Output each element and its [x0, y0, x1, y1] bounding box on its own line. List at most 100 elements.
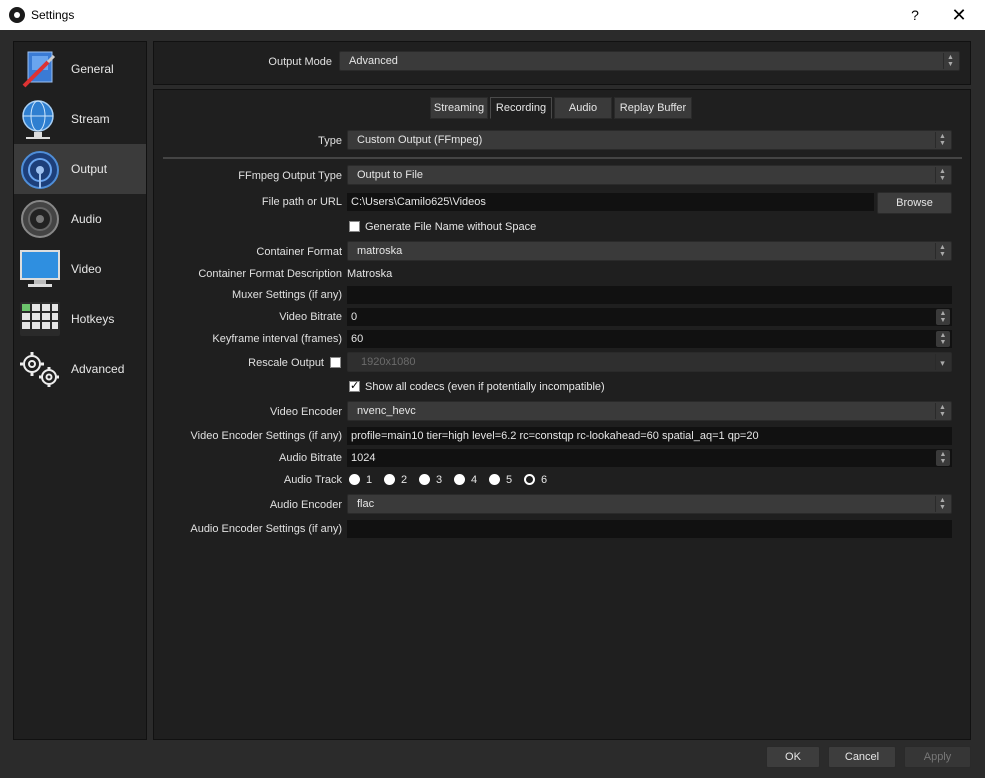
- sidebar-item-hotkeys[interactable]: Hotkeys: [14, 294, 146, 344]
- audio-track-radio-1[interactable]: [349, 474, 360, 485]
- chevron-updown-icon: ▲ ▼: [935, 496, 949, 512]
- video-encoder-settings-label: Video Encoder Settings (if any): [190, 430, 342, 442]
- video-bitrate-value: 0: [351, 311, 358, 323]
- output-mode-value: Advanced: [349, 55, 398, 67]
- audio-track-radio-5[interactable]: [489, 474, 500, 485]
- container-format-select[interactable]: matroska ▲ ▼: [347, 241, 952, 261]
- help-button[interactable]: ?: [905, 4, 925, 26]
- browse-button[interactable]: Browse: [877, 192, 952, 214]
- video-encoder-select[interactable]: nvenc_hevc ▲ ▼: [347, 401, 952, 421]
- keyframe-interval-label: Keyframe interval (frames): [212, 333, 342, 345]
- ffmpeg-output-type-value: Output to File: [357, 169, 424, 181]
- tab-audio[interactable]: Audio: [554, 97, 612, 119]
- ffmpeg-output-type-select[interactable]: Output to File ▲ ▼: [347, 165, 952, 185]
- keyframe-interval-spinbox[interactable]: 60 ▲ ▼: [347, 330, 952, 348]
- audio-track-radio-3[interactable]: [419, 474, 430, 485]
- chevron-updown-icon: ▲ ▼: [935, 403, 949, 419]
- audio-track-option-label: 6: [541, 474, 548, 486]
- type-select[interactable]: Custom Output (FFmpeg) ▲ ▼: [347, 130, 952, 150]
- rescale-resolution-value: 1920x1080: [361, 356, 416, 368]
- file-path-input[interactable]: C:\Users\Camilo625\Videos: [347, 193, 874, 211]
- audio-track-option-label: 4: [471, 474, 478, 486]
- ffmpeg-output-type-label: FFmpeg Output Type: [238, 170, 342, 182]
- keyframe-interval-value: 60: [351, 333, 364, 345]
- audio-track-radio-4[interactable]: [454, 474, 465, 485]
- spin-arrows-icon[interactable]: ▲ ▼: [936, 450, 950, 466]
- ok-button[interactable]: OK: [766, 746, 820, 768]
- audio-encoder-label: Audio Encoder: [269, 499, 342, 511]
- chevron-updown-icon: ▲ ▼: [943, 53, 957, 69]
- audio-track-radio-2[interactable]: [384, 474, 395, 485]
- muxer-settings-input[interactable]: [347, 286, 952, 304]
- video-bitrate-spinbox[interactable]: 0 ▲ ▼: [347, 308, 952, 326]
- cancel-button[interactable]: Cancel: [828, 746, 896, 768]
- globe-icon: [22, 100, 54, 139]
- type-label: Type: [318, 135, 342, 147]
- video-bitrate-label: Video Bitrate: [279, 311, 342, 323]
- close-button[interactable]: ✕: [947, 4, 971, 26]
- obs-logo-icon: [9, 7, 25, 23]
- tab-recording[interactable]: Recording: [490, 97, 552, 119]
- audio-track-option-label: 3: [436, 474, 443, 486]
- output-mode-select[interactable]: Advanced ▲ ▼: [339, 51, 960, 71]
- tab-replay-buffer[interactable]: Replay Buffer: [614, 97, 692, 119]
- chevron-updown-icon: ▲ ▼: [935, 167, 949, 183]
- output-mode-label: Output Mode: [268, 56, 332, 68]
- window-title: Settings: [31, 8, 75, 22]
- audio-track-option-label: 1: [366, 474, 373, 486]
- title-bar: Settings ? ✕: [0, 0, 985, 30]
- sidebar-item-label: Audio: [71, 212, 102, 226]
- show-all-codecs-label: Show all codecs (even if potentially inc…: [365, 381, 605, 393]
- apply-button[interactable]: Apply: [904, 746, 971, 768]
- container-format-value: matroska: [357, 245, 403, 257]
- sidebar-item-output[interactable]: Output: [14, 144, 146, 194]
- video-encoder-value: nvenc_hevc: [357, 405, 416, 417]
- audio-bitrate-value: 1024: [351, 452, 376, 464]
- general-icon: [22, 51, 56, 88]
- audio-bitrate-label: Audio Bitrate: [279, 452, 342, 464]
- generate-filename-label: Generate File Name without Space: [365, 221, 537, 233]
- chevron-updown-icon: ▲ ▼: [935, 132, 949, 148]
- tab-streaming[interactable]: Streaming: [430, 97, 488, 119]
- audio-encoder-settings-label: Audio Encoder Settings (if any): [190, 523, 342, 535]
- sidebar-item-stream[interactable]: Stream: [14, 94, 146, 144]
- chevron-down-icon: ▾: [935, 354, 949, 370]
- sidebar-item-general[interactable]: General: [14, 44, 146, 94]
- sidebar-item-label: Advanced: [71, 362, 125, 376]
- speaker-icon: [21, 200, 59, 238]
- spin-arrows-icon[interactable]: ▲ ▼: [936, 309, 950, 325]
- rescale-output-checkbox[interactable]: [330, 357, 341, 368]
- monitor-icon: [20, 250, 60, 287]
- audio-track-radio-6[interactable]: [524, 474, 535, 485]
- spin-arrows-icon[interactable]: ▲ ▼: [936, 331, 950, 347]
- show-all-codecs-checkbox[interactable]: [349, 379, 360, 392]
- sidebar-item-video[interactable]: Video: [14, 244, 146, 294]
- muxer-settings-label: Muxer Settings (if any): [231, 289, 342, 301]
- divider: [163, 157, 962, 159]
- container-format-label: Container Format: [256, 246, 342, 258]
- audio-encoder-select[interactable]: flac ▲ ▼: [347, 494, 952, 514]
- sidebar-item-label: Video: [71, 262, 102, 276]
- file-path-label: File path or URL: [261, 196, 342, 208]
- broadcast-icon: [21, 151, 59, 189]
- sidebar-item-label: General: [71, 62, 114, 76]
- audio-encoder-settings-input[interactable]: [347, 520, 952, 538]
- settings-sidebar: General Stream Output Audio Video Hotkey…: [13, 41, 147, 740]
- container-format-desc-label: Container Format Description: [198, 268, 342, 280]
- rescale-resolution-select[interactable]: 1920x1080 ▾: [347, 352, 952, 372]
- video-encoder-label: Video Encoder: [270, 406, 342, 418]
- sidebar-item-label: Hotkeys: [71, 312, 115, 326]
- audio-track-label: Audio Track: [283, 474, 342, 486]
- sidebar-item-label: Stream: [71, 112, 110, 126]
- gears-icon: [20, 352, 59, 387]
- keyboard-icon: [20, 302, 60, 336]
- sidebar-item-advanced[interactable]: Advanced: [14, 344, 146, 394]
- generate-filename-checkbox[interactable]: [349, 221, 360, 232]
- video-encoder-settings-input[interactable]: profile=main10 tier=high level=6.2 rc=co…: [347, 427, 952, 445]
- audio-track-option-label: 5: [506, 474, 513, 486]
- rescale-output-label: Rescale Output: [248, 357, 324, 369]
- chevron-updown-icon: ▲ ▼: [935, 243, 949, 259]
- audio-bitrate-spinbox[interactable]: 1024 ▲ ▼: [347, 449, 952, 467]
- audio-track-option-label: 2: [401, 474, 408, 486]
- sidebar-item-audio[interactable]: Audio: [14, 194, 146, 244]
